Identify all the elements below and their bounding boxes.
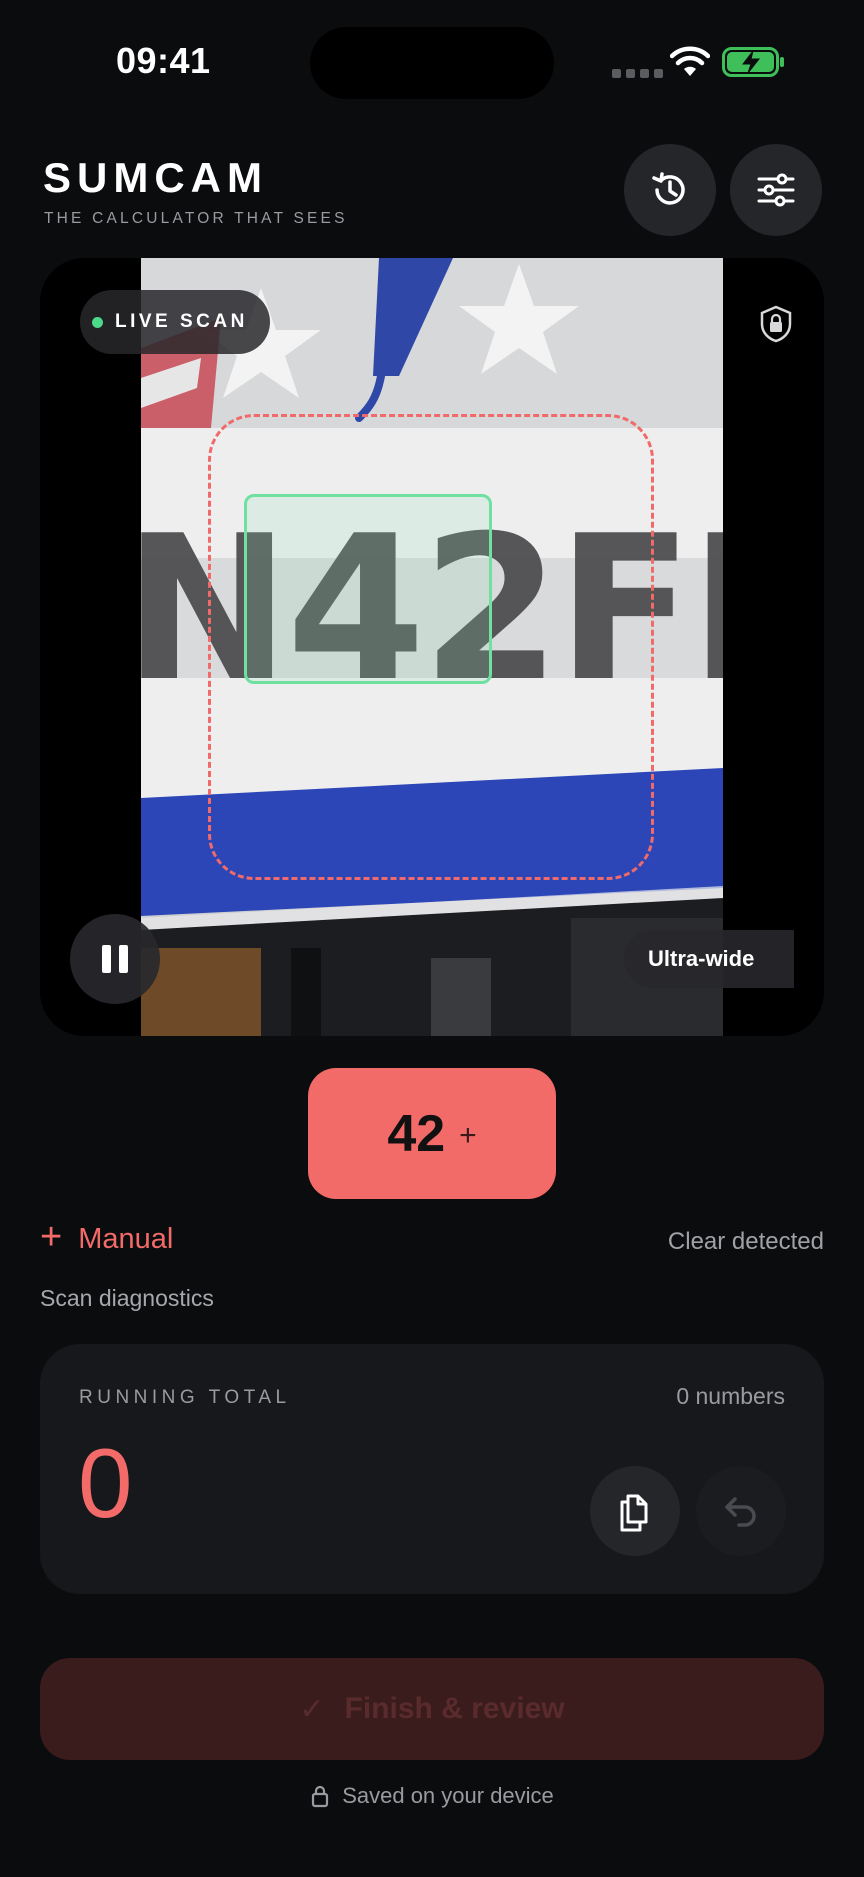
history-button[interactable] bbox=[624, 144, 716, 236]
manual-label: Manual bbox=[78, 1222, 174, 1255]
privacy-shield-icon bbox=[760, 305, 792, 343]
manual-entry-button[interactable]: + Manual bbox=[40, 1218, 174, 1256]
dynamic-island bbox=[310, 27, 554, 99]
live-scan-badge: LIVE SCAN bbox=[80, 290, 270, 354]
settings-button[interactable] bbox=[730, 144, 822, 236]
battery-charging-icon bbox=[722, 47, 784, 77]
finish-review-button[interactable]: ✓ Finish & review bbox=[40, 1658, 824, 1760]
detected-number-value: 42 bbox=[387, 1104, 446, 1163]
copy-total-button[interactable] bbox=[590, 1466, 680, 1556]
sliders-icon bbox=[757, 173, 795, 207]
lens-switch-button[interactable]: Ultra-wide bbox=[624, 930, 794, 988]
live-indicator-dot bbox=[92, 316, 103, 328]
scan-diagnostics-link[interactable]: Scan diagnostics bbox=[40, 1285, 214, 1312]
detected-number-chip[interactable]: 42 + bbox=[308, 1068, 556, 1199]
running-total-label: RUNNING TOTAL bbox=[79, 1387, 291, 1408]
checkmark-icon: ✓ bbox=[299, 1692, 325, 1726]
cellular-signal-icon bbox=[612, 69, 663, 78]
running-total-value: 0 bbox=[78, 1428, 133, 1538]
finish-review-label: Finish & review bbox=[344, 1692, 565, 1725]
detected-number-box[interactable] bbox=[244, 494, 492, 684]
running-total-card bbox=[40, 1344, 824, 1594]
saved-on-device-note: Saved on your device bbox=[0, 1783, 864, 1809]
lock-icon bbox=[312, 1785, 329, 1808]
add-to-total-icon: + bbox=[459, 1118, 477, 1152]
clear-detected-button[interactable]: Clear detected bbox=[668, 1228, 824, 1256]
history-icon bbox=[652, 172, 685, 205]
pause-scan-button[interactable] bbox=[70, 914, 160, 1004]
app-title: SUMCAM bbox=[43, 154, 268, 201]
undo-icon bbox=[725, 1497, 756, 1527]
pause-icon bbox=[102, 945, 111, 973]
copy-icon bbox=[620, 1494, 648, 1532]
undo-button[interactable] bbox=[696, 1466, 786, 1556]
plus-icon: + bbox=[40, 1216, 63, 1258]
saved-label: Saved on your device bbox=[342, 1783, 554, 1808]
status-time: 09:41 bbox=[116, 40, 211, 81]
wifi-icon bbox=[670, 46, 710, 76]
live-scan-label: LIVE SCAN bbox=[115, 311, 248, 332]
number-count: 0 numbers bbox=[676, 1383, 785, 1409]
app-tagline: THE CALCULATOR THAT SEES bbox=[44, 210, 348, 227]
